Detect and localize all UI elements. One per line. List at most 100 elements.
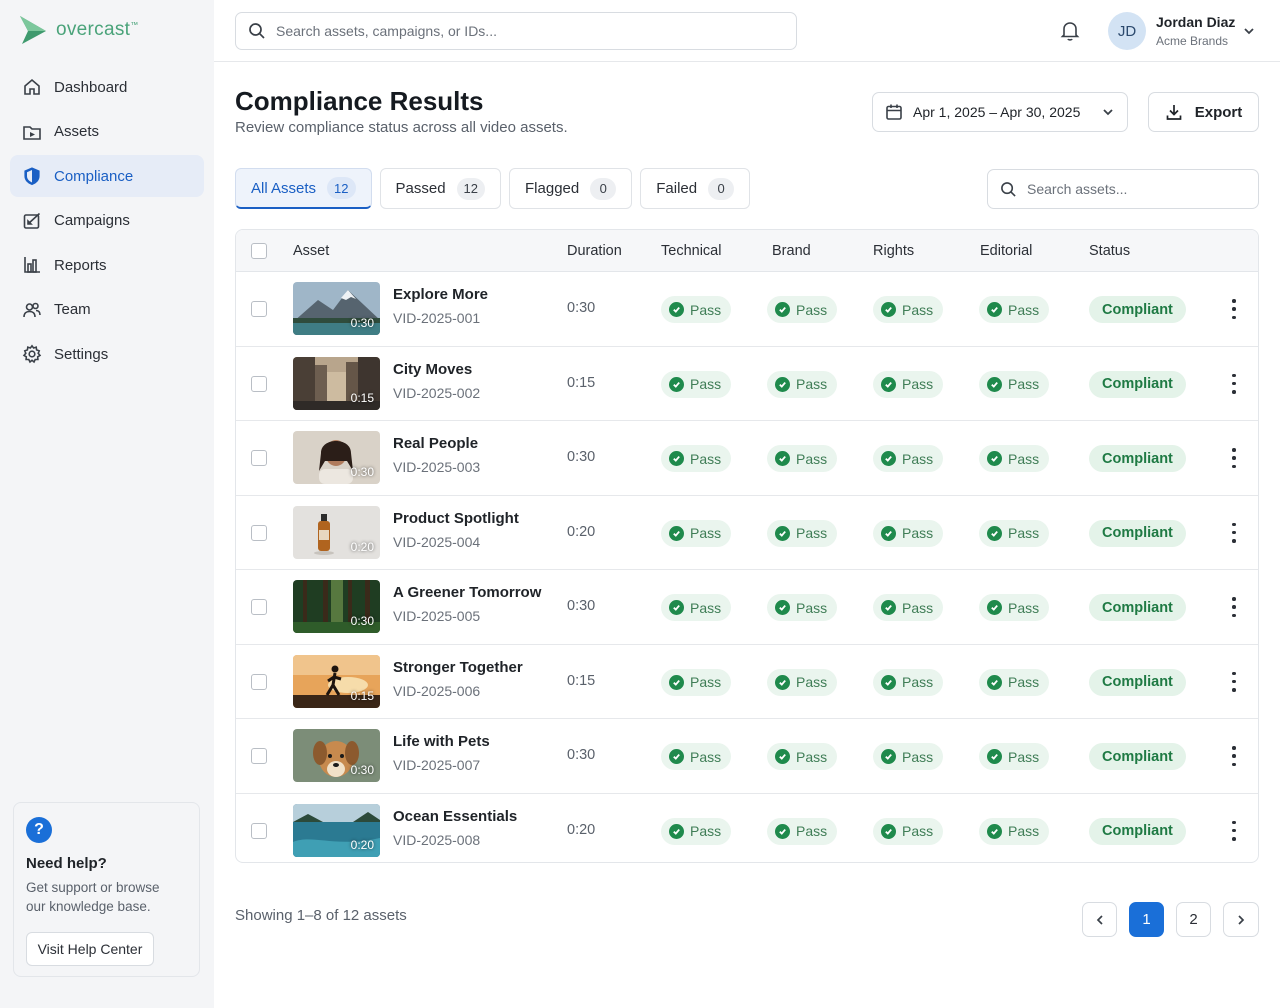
tab-passed[interactable]: Passed 12 — [379, 168, 502, 209]
check-result: Pass — [902, 525, 934, 541]
sidebar-item-campaigns[interactable]: Campaigns — [10, 200, 204, 242]
row-checkbox[interactable] — [251, 375, 267, 392]
asset-name[interactable]: A Greener Tomorrow — [393, 584, 541, 601]
more-options-icon[interactable] — [1228, 820, 1240, 841]
sidebar-item-assets[interactable]: Assets — [10, 111, 204, 153]
tab-failed[interactable]: Failed 0 — [640, 168, 751, 209]
next-page-button[interactable] — [1223, 902, 1259, 937]
filter-tabs: All Assets 12 Passed 12 Flagged 0 Failed… — [235, 168, 751, 209]
more-options-icon[interactable] — [1228, 522, 1240, 543]
more-options-icon[interactable] — [1228, 448, 1240, 468]
status-badge: Compliant — [1089, 817, 1186, 845]
video-thumbnail[interactable]: 0:20 — [293, 803, 380, 857]
more-options-icon[interactable] — [1228, 671, 1240, 692]
more-options-icon[interactable] — [1228, 746, 1240, 766]
table-row[interactable]: 0:30 Explore More VID-2025-001 0:30 Pass Pass… — [236, 272, 1258, 347]
check-circle-icon — [669, 600, 684, 615]
row-checkbox[interactable] — [251, 748, 267, 764]
video-thumbnail[interactable]: 0:20 — [293, 505, 380, 559]
more-options-icon[interactable] — [1228, 597, 1240, 617]
pagination-summary: Showing 1–8 of 12 assets — [235, 907, 407, 924]
tab-label: Passed — [395, 180, 446, 197]
video-thumbnail[interactable]: 0:15 — [293, 654, 380, 708]
table-row[interactable]: 0:20 Product Spotlight VID-2025-004 0:20 Pas… — [236, 496, 1258, 570]
table-row[interactable]: 0:30 Life with Pets VID-2025-007 0:30 Pass Pa… — [236, 719, 1258, 794]
check-circle-icon — [669, 451, 684, 466]
check-circle-icon — [881, 600, 896, 615]
check-circle-icon — [987, 823, 1002, 839]
page-button-1[interactable]: 1 — [1129, 902, 1164, 937]
row-checkbox[interactable] — [251, 599, 267, 615]
check-result: Pass — [796, 450, 828, 467]
visit-help-center-button[interactable]: Visit Help Center — [26, 932, 154, 966]
tab-label: Flagged — [525, 180, 580, 197]
sidebar-item-compliance[interactable]: Compliance — [10, 155, 204, 197]
column-header-rights[interactable]: Rights — [873, 243, 914, 259]
video-thumbnail[interactable]: 0:15 — [293, 356, 380, 410]
chevron-down-icon[interactable] — [1242, 24, 1256, 43]
column-header-asset[interactable]: Asset — [293, 243, 329, 259]
rights-check-badge: Pass — [873, 817, 944, 845]
sidebar-nav: Dashboard Assets Compliance Campaigns Re… — [10, 66, 204, 378]
asset-name[interactable]: City Moves — [393, 361, 472, 378]
tab-flagged[interactable]: Flagged 0 — [509, 168, 633, 209]
table-row[interactable]: 0:30 Real People VID-2025-003 0:30 Pass Pass P… — [236, 421, 1258, 496]
asset-name[interactable]: Real People — [393, 435, 478, 452]
row-checkbox[interactable] — [251, 673, 267, 690]
global-search-input[interactable] — [276, 23, 756, 39]
column-header-technical[interactable]: Technical — [661, 243, 721, 259]
column-header-status[interactable]: Status — [1089, 243, 1130, 259]
row-checkbox[interactable] — [251, 301, 267, 317]
video-thumbnail[interactable]: 0:30 — [293, 729, 380, 782]
assets-search[interactable] — [987, 169, 1259, 209]
video-thumbnail[interactable]: 0:30 — [293, 431, 380, 484]
more-options-icon[interactable] — [1228, 299, 1240, 319]
logo[interactable]: overcast™ — [18, 14, 139, 46]
sidebar-item-dashboard[interactable]: Dashboard — [10, 66, 204, 108]
prev-page-button[interactable] — [1082, 902, 1117, 937]
row-checkbox[interactable] — [251, 524, 267, 541]
select-all-checkbox[interactable] — [251, 243, 267, 259]
check-circle-icon — [881, 302, 896, 317]
row-checkbox[interactable] — [251, 450, 267, 466]
user-name[interactable]: Jordan Diaz — [1156, 14, 1235, 30]
avatar[interactable]: JD — [1108, 12, 1146, 50]
check-circle-icon — [669, 302, 684, 317]
shield-icon — [22, 166, 42, 186]
tab-all-assets[interactable]: All Assets 12 — [235, 168, 372, 209]
compliance-table: Asset Duration Technical Brand Rights Ed… — [235, 229, 1259, 863]
editorial-check-badge: Pass — [979, 370, 1050, 398]
date-range-picker[interactable]: Apr 1, 2025 – Apr 30, 2025 — [872, 92, 1128, 132]
asset-name[interactable]: Product Spotlight — [393, 510, 519, 527]
video-thumbnail[interactable]: 0:30 — [293, 282, 380, 335]
table-row[interactable]: 0:15 City Moves VID-2025-002 0:15 Pass Pass Pa… — [236, 347, 1258, 421]
sidebar-item-reports[interactable]: Reports — [10, 244, 204, 286]
user-org: Acme Brands — [1156, 34, 1229, 48]
column-header-editorial[interactable]: Editorial — [980, 243, 1032, 259]
column-header-duration[interactable]: Duration — [567, 243, 622, 259]
page-button-2[interactable]: 2 — [1176, 902, 1211, 937]
global-search[interactable] — [235, 12, 797, 50]
sidebar-item-team[interactable]: Team — [10, 289, 204, 331]
export-label: Export — [1194, 103, 1243, 121]
brand-check-badge: Pass — [767, 743, 838, 770]
table-row[interactable]: 0:20 Ocean Essentials VID-2025-008 0:20 Pass… — [236, 794, 1258, 863]
help-card: ? Need help? Get support or browse our k… — [13, 802, 200, 977]
bell-icon[interactable] — [1060, 20, 1080, 47]
table-row[interactable]: 0:30 A Greener Tomorrow VID-2025-005 0:30 Pa… — [236, 570, 1258, 645]
table-row[interactable]: 0:15 Stronger Together VID-2025-006 0:15 Pas… — [236, 645, 1258, 719]
asset-name[interactable]: Ocean Essentials — [393, 808, 517, 825]
asset-name[interactable]: Explore More — [393, 286, 488, 303]
row-checkbox[interactable] — [251, 822, 267, 839]
asset-name[interactable]: Life with Pets — [393, 733, 490, 750]
home-icon — [22, 77, 42, 97]
column-header-brand[interactable]: Brand — [772, 243, 811, 259]
sidebar-item-settings[interactable]: Settings — [10, 333, 204, 375]
more-options-icon[interactable] — [1228, 373, 1240, 394]
rights-check-badge: Pass — [873, 519, 944, 547]
video-thumbnail[interactable]: 0:30 — [293, 580, 380, 633]
tab-count: 12 — [327, 177, 356, 199]
export-button[interactable]: Export — [1148, 92, 1259, 132]
assets-search-input[interactable] — [1027, 181, 1247, 197]
asset-name[interactable]: Stronger Together — [393, 659, 523, 676]
